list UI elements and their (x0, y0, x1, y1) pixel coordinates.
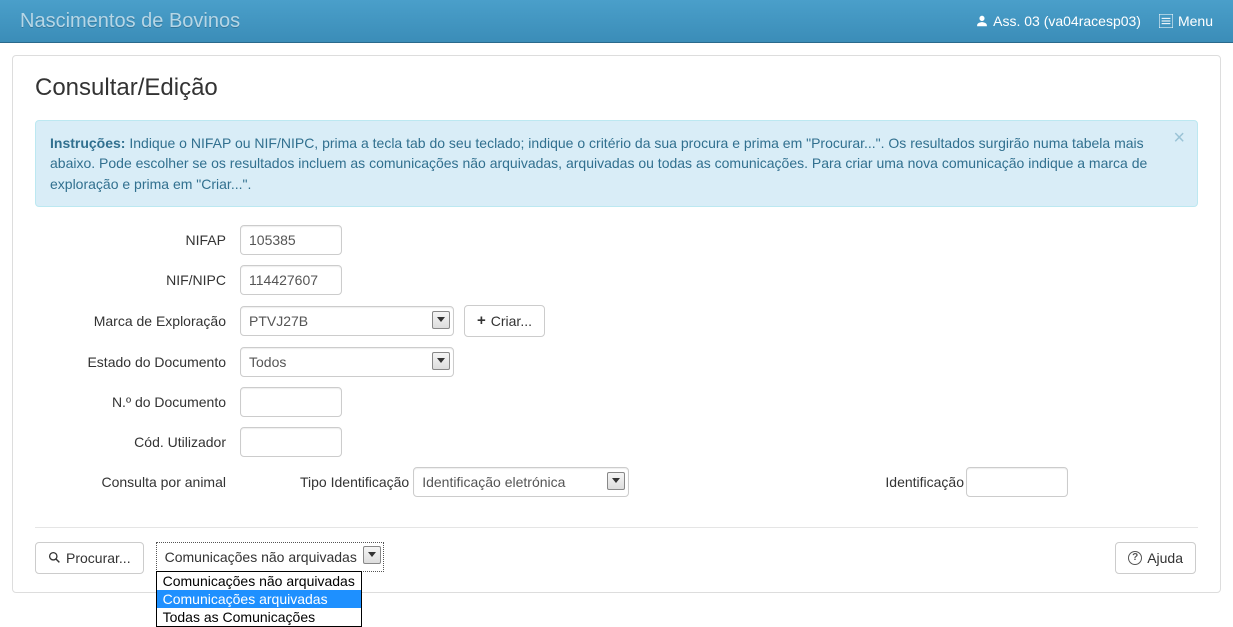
nifnipc-label: NIF/NIPC (75, 272, 240, 288)
plus-icon: + (477, 312, 486, 329)
filter-select[interactable]: Comunicações não arquivadas (156, 542, 384, 572)
chevron-down-icon (363, 546, 381, 564)
estado-value: Todos (249, 354, 286, 370)
ident-label: Identificação (885, 474, 964, 490)
tipo-ident-select[interactable]: Identificação eletrónica (413, 467, 629, 497)
instructions-label: Instruções: (50, 135, 125, 151)
estado-select[interactable]: Todos (240, 347, 454, 377)
criar-button[interactable]: + Criar... (464, 305, 545, 337)
filter-select-value: Comunicações não arquivadas (165, 549, 357, 565)
filter-option[interactable]: Todas as Comunicações (157, 608, 361, 626)
procurar-button[interactable]: Procurar... (35, 542, 144, 574)
user-icon (976, 15, 988, 27)
app-title: Nascimentos de Bovinos (20, 10, 240, 33)
topbar: Nascimentos de Bovinos Ass. 03 (va04race… (0, 0, 1233, 43)
marca-select[interactable]: PTVJ27B (240, 306, 454, 336)
filter-option[interactable]: Comunicações não arquivadas (157, 572, 361, 590)
menu-icon (1159, 14, 1173, 28)
instructions-alert: Instruções: Indique o NIFAP ou NIF/NIPC,… (35, 120, 1198, 207)
ajuda-button[interactable]: ? Ajuda (1115, 542, 1196, 574)
ndoc-label: N.º do Documento (75, 394, 240, 410)
estado-label: Estado do Documento (75, 354, 240, 370)
topbar-right: Ass. 03 (va04racesp03) Menu (976, 13, 1213, 29)
filter-option[interactable]: Comunicações arquivadas (157, 590, 361, 608)
search-form: NIFAP NIF/NIPC Marca de Exploração PTVJ2… (75, 225, 1198, 497)
codutil-input[interactable] (240, 427, 342, 457)
nifnipc-input[interactable] (240, 265, 342, 295)
marca-label: Marca de Exploração (75, 313, 240, 329)
help-icon: ? (1128, 551, 1142, 565)
ident-input[interactable] (966, 467, 1068, 497)
ndoc-input[interactable] (240, 387, 342, 417)
instructions-text: Indique o NIFAP ou NIF/NIPC, prima a tec… (50, 135, 1147, 192)
nifap-input[interactable] (240, 225, 342, 255)
menu-button[interactable]: Menu (1159, 13, 1213, 29)
main-panel: Consultar/Edição Instruções: Indique o N… (12, 55, 1221, 593)
menu-label: Menu (1178, 13, 1213, 29)
tipo-ident-value: Identificação eletrónica (422, 474, 565, 490)
consulta-label: Consulta por animal (75, 474, 240, 490)
chevron-down-icon (432, 311, 450, 329)
page-title: Consultar/Edição (35, 74, 1198, 102)
user-menu[interactable]: Ass. 03 (va04racesp03) (976, 13, 1141, 29)
chevron-down-icon (607, 472, 625, 490)
filter-dropdown: Comunicações não arquivadas Comunicações… (156, 571, 362, 627)
footer-bar: Procurar... Comunicações não arquivadas … (35, 527, 1198, 592)
alert-close-button[interactable]: × (1173, 127, 1185, 150)
marca-value: PTVJ27B (249, 313, 308, 329)
nifap-label: NIFAP (75, 232, 240, 248)
search-icon (48, 551, 61, 564)
procurar-label: Procurar... (66, 550, 131, 566)
tipo-ident-label: Tipo Identificação (300, 474, 409, 490)
ajuda-label: Ajuda (1147, 550, 1183, 566)
criar-label: Criar... (491, 313, 532, 329)
codutil-label: Cód. Utilizador (75, 434, 240, 450)
user-label: Ass. 03 (va04racesp03) (993, 13, 1141, 29)
chevron-down-icon (432, 352, 450, 370)
